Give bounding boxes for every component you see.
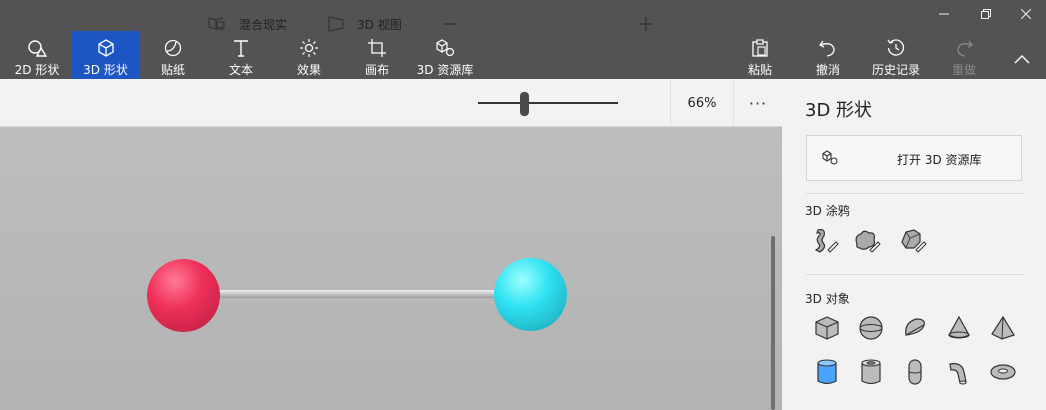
sharp-edge-doodle-icon[interactable] [810, 226, 840, 256]
tab-label: 画布 [364, 63, 389, 77]
undo-button[interactable]: 撤消 [804, 31, 852, 79]
3d-view-button[interactable]: 3D 视图 [327, 0, 402, 48]
tab-label: 文本 [228, 63, 253, 77]
capsule-icon[interactable] [900, 357, 930, 387]
tab-stickers[interactable]: 贴纸 [145, 31, 201, 79]
minus-icon [443, 23, 457, 25]
objects-section-heading: 3D 对象 [805, 292, 850, 306]
plus-icon [639, 17, 653, 31]
tab-label: 贴纸 [160, 63, 185, 77]
faceted-doodle-icon[interactable] [898, 226, 928, 256]
cube-icon[interactable] [812, 313, 842, 343]
zoom-slider-track[interactable] [478, 102, 618, 104]
open-3d-library-label: 打开 3D 资源库 [897, 153, 982, 167]
divider [806, 193, 1024, 194]
open-3d-library-button[interactable]: 打开 3D 资源库 [806, 135, 1022, 181]
close-button[interactable] [1008, 4, 1044, 24]
cone-icon[interactable] [944, 313, 974, 343]
tube-icon[interactable] [856, 357, 886, 387]
zoom-out-button[interactable] [441, 0, 459, 48]
zoom-slider-thumb[interactable] [520, 92, 529, 116]
sphere-icon[interactable] [856, 313, 886, 343]
divider [806, 274, 1024, 275]
history-button[interactable]: 历史记录 [866, 31, 926, 79]
3d-view-label: 3D 视图 [357, 17, 402, 32]
collapse-ribbon-button[interactable] [1002, 31, 1042, 79]
redo-button[interactable]: 重做 [940, 31, 988, 79]
tab-2d-shapes[interactable]: 2D 形状 [6, 31, 68, 79]
3d-library-icon [821, 150, 839, 169]
stickers-icon [164, 37, 182, 59]
redo-icon [955, 37, 973, 59]
tab-3d-shapes[interactable]: 3D 形状 [72, 31, 139, 79]
zoom-percentage[interactable]: 66% [670, 79, 734, 127]
soft-edge-doodle-icon[interactable] [852, 226, 882, 256]
curved-tube-icon[interactable] [944, 357, 974, 387]
minimize-icon [939, 13, 949, 15]
tab-label: 3D 形状 [83, 63, 128, 77]
paste-icon [752, 37, 768, 59]
chevron-up-icon [1014, 48, 1030, 70]
red-sphere[interactable] [147, 259, 220, 332]
restore-icon [981, 9, 991, 19]
tab-label: 2D 形状 [14, 63, 60, 77]
connector-rod[interactable] [212, 290, 504, 298]
action-label: 重做 [951, 63, 976, 77]
hemisphere-icon[interactable] [900, 313, 930, 343]
mixed-reality-label: 混合现实 [239, 17, 288, 32]
tab-label: 效果 [296, 63, 321, 77]
action-label: 粘贴 [747, 63, 772, 77]
tab-label: 3D 资源库 [416, 63, 474, 77]
close-icon [1021, 9, 1031, 19]
3d-shapes-icon [97, 37, 115, 59]
doodle-section-heading: 3D 涂鸦 [805, 204, 850, 218]
action-label: 历史记录 [871, 63, 920, 77]
action-label: 撤消 [815, 63, 840, 77]
command-bar [0, 79, 782, 127]
2d-shapes-icon [27, 37, 47, 59]
zoom-in-button[interactable] [637, 0, 655, 48]
3d-view-icon [327, 16, 345, 32]
cylinder-icon[interactable] [812, 357, 842, 387]
mixed-reality-button[interactable]: 混合现实 [207, 0, 287, 48]
mixed-reality-icon [207, 16, 227, 32]
restore-button[interactable] [968, 4, 1004, 24]
vertical-scrollbar[interactable] [771, 236, 775, 410]
minimize-button[interactable] [926, 4, 962, 24]
more-options-button[interactable]: ··· [734, 79, 782, 127]
donut-icon[interactable] [988, 357, 1018, 387]
cyan-sphere[interactable] [494, 258, 567, 331]
drawing-canvas[interactable] [0, 127, 782, 410]
history-icon [887, 37, 905, 59]
undo-icon [819, 37, 837, 59]
effects-icon [300, 37, 318, 59]
paste-button[interactable]: 粘贴 [736, 31, 784, 79]
panel-title: 3D 形状 [805, 100, 873, 121]
pyramid-icon[interactable] [988, 313, 1018, 343]
